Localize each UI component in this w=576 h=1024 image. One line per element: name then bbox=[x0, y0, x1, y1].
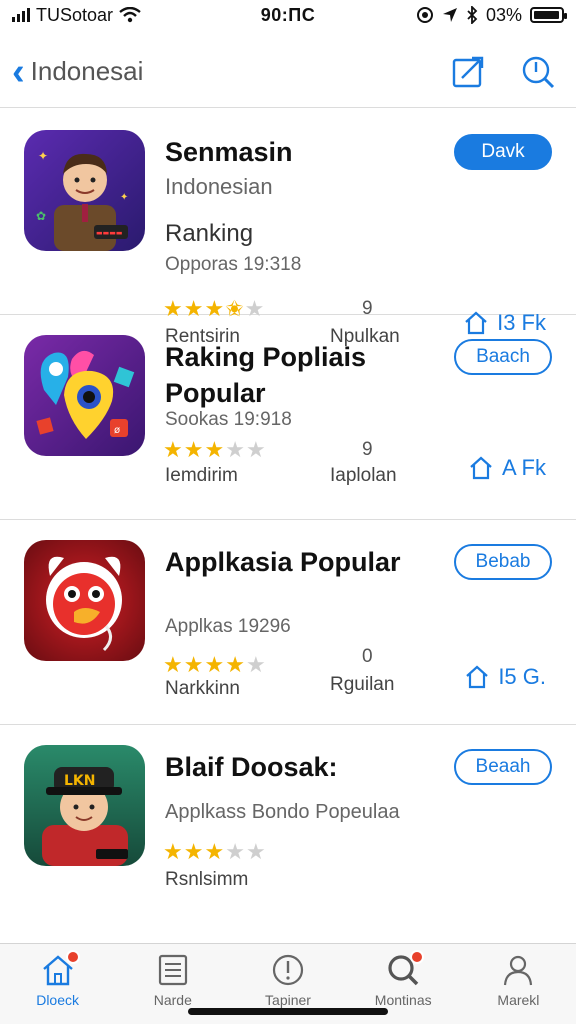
search-icon[interactable] bbox=[520, 54, 556, 90]
count-value: 0 bbox=[362, 646, 373, 667]
star-filled-icon: ★ bbox=[204, 437, 225, 462]
list-item[interactable]: LKN Blaif Doosak: Applkass Bondo Popeula… bbox=[0, 725, 576, 895]
house-icon bbox=[466, 665, 489, 689]
tab-label: Marekl bbox=[497, 992, 540, 1008]
star-empty-icon: ★ bbox=[225, 437, 245, 462]
status-bar: TUSotoar 90:ПС 03% bbox=[0, 0, 576, 30]
download-size[interactable]: A Fk bbox=[468, 455, 546, 481]
rating-label: Iemdirim bbox=[165, 465, 238, 486]
home-indicator bbox=[188, 1008, 388, 1015]
signal-icon bbox=[12, 8, 30, 22]
tab-label: Narde bbox=[153, 992, 192, 1008]
clock: 90:ПС bbox=[260, 4, 316, 25]
bluetooth-icon bbox=[467, 6, 478, 24]
app-icon-cartoon-man[interactable]: ▬▬▬▬ ✦ ✦ ✿ bbox=[24, 130, 145, 251]
orientation-lock-icon bbox=[416, 7, 433, 23]
app-list: ▬▬▬▬ ✦ ✦ ✿ Senmasin Indonesian Ranking O… bbox=[0, 110, 576, 895]
battery-percent: 03% bbox=[485, 4, 522, 25]
app-name: Blaif Doosak: bbox=[165, 752, 338, 782]
notification-badge bbox=[66, 950, 80, 964]
app-meta: Opporas 19:318 bbox=[165, 254, 302, 275]
star-filled-icon: ★ bbox=[204, 839, 225, 864]
get-button[interactable]: Davk bbox=[454, 134, 552, 170]
app-ranking: Ranking bbox=[165, 220, 254, 247]
count-value: 9 bbox=[362, 439, 373, 460]
svg-text:LKN: LKN bbox=[64, 773, 96, 789]
list-item[interactable]: Applkasia Popular Applkas 19296 ★ ★ ★ ★ ★ Na… bbox=[0, 520, 576, 725]
download-size[interactable]: I5 G. bbox=[464, 664, 546, 690]
star-filled-icon: ★ bbox=[225, 652, 245, 677]
tab-label: Montinas bbox=[374, 992, 432, 1008]
star-filled-icon: ★ bbox=[183, 839, 204, 864]
back-button[interactable]: ‹ Indonesai bbox=[12, 53, 143, 91]
star-filled-icon: ★ bbox=[163, 839, 183, 864]
person-icon bbox=[504, 955, 533, 986]
star-filled-icon: ★ bbox=[163, 437, 183, 462]
wifi-icon bbox=[119, 7, 141, 23]
app-meta: Applkass Bondo Popeulaa bbox=[165, 801, 400, 823]
list-icon bbox=[158, 954, 187, 986]
rating-stars: ★ ★ ★ ★ ★ bbox=[163, 439, 266, 461]
tab-home[interactable]: Dloeck bbox=[0, 944, 115, 1024]
star-filled-icon: ★ bbox=[163, 652, 183, 677]
count-label: Rguilan bbox=[330, 674, 395, 695]
location-icon bbox=[442, 8, 457, 22]
list-item[interactable]: ø Raking Popliais Popular Sookas 19:918 … bbox=[0, 315, 576, 520]
app-subtitle: Indonesian bbox=[165, 174, 273, 199]
star-empty-icon: ★ bbox=[245, 839, 266, 864]
rating-label: Narkkinn bbox=[165, 678, 240, 699]
app-meta: Sookas 19:918 bbox=[165, 409, 292, 430]
app-name: Senmasin bbox=[165, 137, 293, 167]
star-filled-icon: ★ bbox=[183, 437, 204, 462]
star-empty-icon: ★ bbox=[245, 652, 266, 677]
back-label: Indonesai bbox=[30, 56, 144, 86]
svg-text:▬▬▬▬: ▬▬▬▬ bbox=[96, 229, 122, 237]
navigation-bar: ‹ Indonesai bbox=[0, 36, 576, 108]
rating-stars: ★ ★ ★ ★ ★ bbox=[163, 654, 266, 676]
house-icon bbox=[470, 456, 492, 480]
svg-text:✿: ✿ bbox=[36, 209, 46, 223]
info-icon bbox=[272, 954, 304, 986]
size-label: I5 G. bbox=[498, 664, 546, 689]
app-icon-cap-boy[interactable]: LKN bbox=[24, 745, 145, 866]
tab-label: Dloeck bbox=[36, 992, 79, 1008]
app-icon-red-bird[interactable] bbox=[24, 540, 145, 661]
svg-text:✦: ✦ bbox=[120, 192, 128, 203]
get-button[interactable]: Baach bbox=[454, 339, 552, 375]
notification-badge bbox=[409, 950, 424, 964]
star-empty-icon: ★ bbox=[225, 839, 245, 864]
star-filled-icon: ★ bbox=[183, 652, 204, 677]
carrier-name: TUSotoar bbox=[36, 4, 114, 25]
star-empty-icon: ★ bbox=[245, 437, 266, 462]
app-icon-map-pins[interactable]: ø bbox=[24, 335, 145, 456]
tab-label: Tapiner bbox=[265, 992, 311, 1008]
app-name: Raking Popliais Popular bbox=[165, 342, 367, 409]
count-label: Iaplolan bbox=[330, 465, 397, 486]
chevron-left-icon: ‹ bbox=[12, 50, 25, 93]
app-name: Applkasia Popular bbox=[165, 547, 401, 577]
rating-label: Rsnlsimm bbox=[165, 869, 249, 890]
edit-icon[interactable] bbox=[450, 54, 486, 90]
rating-stars: ★ ★ ★ ★ ★ bbox=[163, 841, 266, 863]
app-meta: Applkas 19296 bbox=[165, 616, 291, 637]
get-button[interactable]: Beaah bbox=[454, 749, 552, 785]
tab-profile[interactable]: Marekl bbox=[461, 944, 576, 1024]
battery-icon bbox=[530, 7, 567, 23]
star-filled-icon: ★ bbox=[204, 652, 225, 677]
svg-text:✦: ✦ bbox=[38, 149, 48, 163]
svg-text:ø: ø bbox=[114, 425, 120, 436]
list-item[interactable]: ▬▬▬▬ ✦ ✦ ✿ Senmasin Indonesian Ranking O… bbox=[0, 110, 576, 347]
get-button[interactable]: Bebab bbox=[454, 544, 552, 580]
size-label: A Fk bbox=[501, 455, 546, 480]
